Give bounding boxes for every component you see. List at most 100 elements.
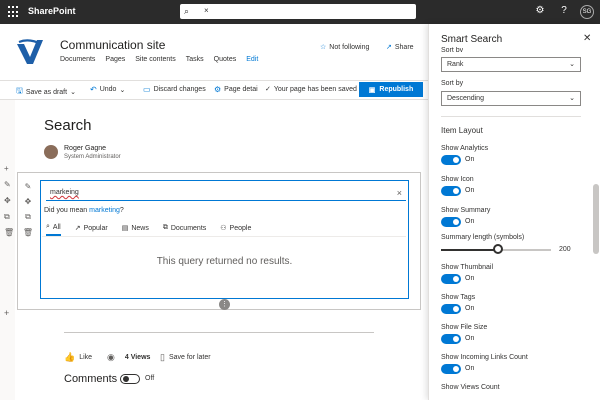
comments-toggle-label: Off	[145, 375, 155, 382]
show-summary-toggle[interactable]	[441, 217, 461, 227]
views-count: ◉ 4 Views	[107, 352, 150, 363]
search-icon: ⌕	[46, 223, 50, 230]
like-button[interactable]: 👍 Like	[64, 352, 92, 363]
save-for-later-button[interactable]: ▯ Save for later	[160, 352, 211, 363]
show-incoming-links-toggle[interactable]	[441, 364, 461, 374]
clear-icon[interactable]: ×	[397, 188, 402, 198]
site-navigation: Documents Pages Site contents Tasks Quot…	[60, 56, 258, 63]
site-title[interactable]: Communication site	[60, 38, 165, 52]
tab-news[interactable]: ▤ News	[122, 223, 149, 236]
duplicate-webpart-icon[interactable]: ⧉	[22, 212, 34, 222]
toggle-label-incoming-links: Show Incoming Links Count	[441, 354, 528, 361]
summary-length-value: 200	[559, 246, 571, 253]
discard-changes-button[interactable]: ▭ Discard changes	[143, 85, 206, 94]
tab-popular[interactable]: ↗ Popular	[75, 223, 108, 236]
save-icon: 🖫	[16, 86, 23, 95]
toggle-label-icon: Show Icon	[441, 176, 474, 183]
tab-label: Documents	[170, 224, 207, 232]
did-you-mean-link[interactable]: marketing	[89, 207, 120, 214]
toggle-state: On	[465, 335, 475, 342]
settings-icon[interactable]: ⚙	[534, 5, 546, 17]
page-title[interactable]: Search	[44, 117, 92, 134]
tabs-divider	[42, 236, 406, 237]
user-avatar[interactable]: SG	[580, 5, 594, 19]
author-role: System Administrator	[64, 154, 121, 160]
toggle-state: On	[465, 187, 475, 194]
chevron-down-icon: ⌄	[70, 89, 76, 96]
site-logo[interactable]	[15, 38, 45, 66]
duplicate-section-icon[interactable]: ⧉	[4, 212, 10, 222]
tab-all[interactable]: ⌕ All	[46, 223, 61, 236]
tab-documents[interactable]: ⧉ Documents	[163, 223, 206, 236]
show-tags-toggle[interactable]	[441, 304, 461, 314]
move-webpart-icon[interactable]: ✥	[22, 197, 34, 206]
edit-section-icon[interactable]: ✎	[4, 180, 11, 189]
comments-heading: Comments	[64, 373, 118, 385]
suite-bar: SharePoint ⌕ × ⚙ ? SG	[0, 0, 600, 24]
documents-icon: ⧉	[162, 224, 168, 231]
discard-icon: ▭	[143, 85, 151, 94]
summary-length-label: Summary length (symbols)	[441, 234, 525, 241]
sort-by-dropdown[interactable]: Descending ⌄	[441, 91, 581, 106]
chevron-down-icon: ⌄	[119, 86, 126, 94]
nav-item-documents[interactable]: Documents	[60, 56, 95, 63]
page-details-button[interactable]: ⚙ Page detai	[214, 85, 258, 94]
star-icon: ☆	[320, 44, 327, 51]
delete-webpart-icon[interactable]: 🗑	[22, 228, 34, 237]
global-search-input[interactable]: ⌕ ×	[180, 4, 416, 19]
panel-scrollbar[interactable]	[593, 184, 599, 254]
undo-button[interactable]: ↶ Undo ⌄	[90, 85, 125, 94]
nav-item-pages[interactable]: Pages	[105, 56, 125, 63]
cut-off-label: Sort by	[441, 47, 464, 52]
show-thumbnail-toggle[interactable]	[441, 274, 461, 284]
nav-item-quotes[interactable]: Quotes	[214, 56, 237, 63]
webpart-toolbar: ✎ ✥ ⧉ 🗑	[22, 182, 34, 243]
move-section-icon[interactable]: ✥	[4, 196, 11, 205]
sort-by-label: Sort by	[441, 80, 464, 87]
nav-edit-link[interactable]: Edit	[246, 56, 258, 63]
close-icon[interactable]: ✕	[583, 33, 591, 44]
follow-button[interactable]: ☆ Not following	[320, 43, 370, 52]
like-label: Like	[79, 354, 93, 361]
show-icon-toggle[interactable]	[441, 186, 461, 196]
save-draft-label: Save as draft	[25, 88, 68, 96]
republish-button[interactable]: ▣ Republish	[359, 82, 423, 97]
add-section-bottom-icon[interactable]: +	[4, 308, 9, 318]
toggle-label-summary: Show Summary	[441, 207, 491, 214]
help-icon[interactable]: ?	[558, 5, 570, 17]
show-file-size-toggle[interactable]	[441, 334, 461, 344]
save-for-later-label: Save for later	[168, 354, 211, 361]
author-avatar	[44, 145, 58, 159]
republish-label: Republish	[379, 86, 414, 93]
query-input[interactable]: markeing ×	[46, 187, 406, 201]
rank-dropdown[interactable]: Rank ⌄	[441, 57, 581, 72]
did-you-mean: Did you mean marketing?	[44, 207, 124, 214]
brand-name[interactable]: SharePoint	[28, 6, 76, 16]
app-launcher-icon[interactable]	[8, 6, 20, 18]
toggle-state: On	[465, 156, 475, 163]
nav-item-tasks[interactable]: Tasks	[186, 56, 204, 63]
save-draft-button[interactable]: 🖫 Save as draft ⌄	[16, 85, 76, 99]
tab-people[interactable]: ⚇ People	[220, 223, 251, 236]
show-analytics-toggle[interactable]	[441, 155, 461, 165]
like-icon: 👍	[64, 352, 76, 362]
save-status-label: Your page has been saved	[273, 85, 357, 93]
toggle-state: On	[465, 365, 475, 372]
chevron-down-icon: ⌄	[569, 95, 575, 102]
edit-webpart-icon[interactable]: ✎	[22, 182, 34, 191]
eye-icon: ◉	[107, 352, 115, 362]
delete-section-icon[interactable]: 🗑	[4, 228, 14, 237]
slider-fill	[441, 249, 499, 251]
share-button[interactable]: ↗ Share	[386, 43, 414, 52]
slider-thumb[interactable]	[493, 244, 504, 254]
left-gutter	[0, 100, 15, 400]
comments-toggle[interactable]	[120, 374, 140, 384]
tab-label: Popular	[83, 224, 108, 232]
search-icon: ⌕	[184, 6, 190, 16]
nav-item-site-contents[interactable]: Site contents	[135, 56, 175, 63]
trending-icon: ↗	[74, 225, 81, 232]
follow-label: Not following	[329, 43, 370, 51]
smart-search-panel: Smart Search ✕ Sort by Rank ⌄ Sort by De…	[428, 24, 600, 400]
add-section-icon[interactable]: +	[4, 164, 9, 173]
resize-handle-icon[interactable]: ⋮	[219, 299, 230, 310]
